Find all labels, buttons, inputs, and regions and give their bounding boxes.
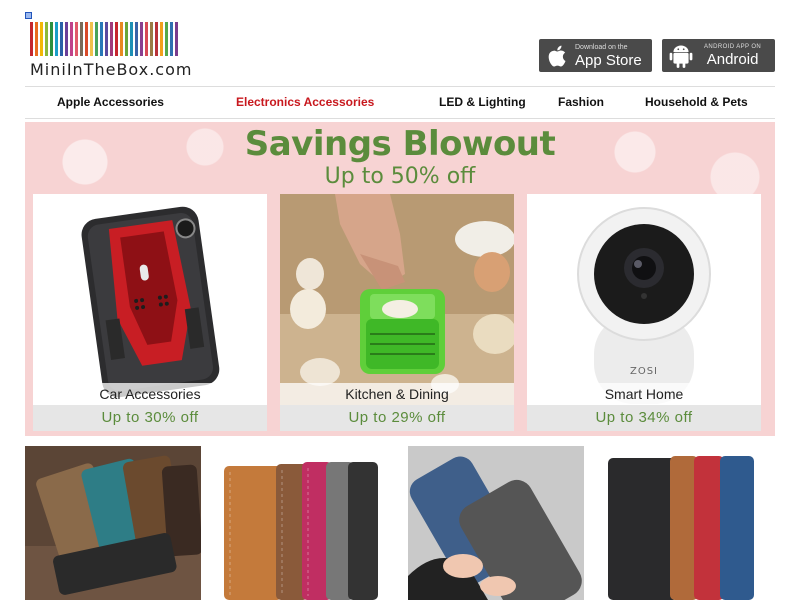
- promo-card-smart-home[interactable]: ZOSI Smart Home: [527, 194, 761, 405]
- logo-stripe: [140, 22, 143, 56]
- app-store-badge[interactable]: Download on the App Store: [539, 39, 652, 72]
- logo-stripe: [150, 22, 153, 56]
- android-badge[interactable]: ANDROID APP ON Android: [662, 39, 775, 72]
- selection-marker: [25, 12, 32, 19]
- card-label: Car Accessories: [33, 383, 267, 405]
- card-label: Kitchen & Dining: [280, 383, 514, 405]
- logo-stripe: [120, 22, 123, 56]
- logo-stripe: [70, 22, 73, 56]
- logo-stripe: [125, 22, 128, 56]
- site-logo[interactable]: MiniInTheBox.com: [30, 22, 214, 80]
- savings-banner[interactable]: Savings Blowout Up to 50% off Car Access…: [25, 122, 775, 436]
- logo-stripe: [75, 22, 78, 56]
- logo-stripe: [130, 22, 133, 56]
- promo-card-car-accessories[interactable]: Car Accessories: [33, 194, 267, 405]
- apple-icon: [548, 45, 566, 67]
- app-store-big-text: App Store: [575, 51, 642, 69]
- android-icon: [669, 44, 693, 68]
- logo-stripe: [60, 22, 63, 56]
- logo-stripe: [80, 22, 83, 56]
- logo-stripe: [85, 22, 88, 56]
- logo-stripe: [30, 22, 33, 56]
- logo-stripe: [65, 22, 68, 56]
- logo-stripe: [115, 22, 118, 56]
- banner-title: Savings Blowout: [244, 124, 556, 164]
- nav-electronics-accessories[interactable]: Electronics Accessories: [236, 95, 374, 109]
- nav-household-pets[interactable]: Household & Pets: [645, 95, 748, 109]
- logo-stripe: [40, 22, 43, 56]
- product-image-folio-cases[interactable]: [600, 446, 776, 600]
- nav-led-lighting[interactable]: LED & Lighting: [439, 95, 526, 109]
- category-nav: Apple Accessories Electronics Accessorie…: [25, 86, 775, 119]
- garlic-chopper-image: [280, 194, 514, 405]
- security-camera-image: ZOSI: [527, 194, 761, 405]
- product-image-flip-cases-colors[interactable]: [216, 446, 392, 600]
- card-label: Smart Home: [527, 383, 761, 405]
- camera-brand-text: ZOSI: [630, 366, 658, 377]
- product-image-fabric-phone-case[interactable]: [408, 446, 584, 600]
- logo-stripe: [145, 22, 148, 56]
- logo-stripe: [155, 22, 158, 56]
- logo-stripe: [175, 22, 178, 56]
- card-discount: Up to 34% off: [527, 405, 761, 431]
- logo-text: MiniInTheBox.com: [30, 60, 193, 79]
- logo-stripe: [90, 22, 93, 56]
- product-image-leather-wallet-cases[interactable]: [25, 446, 201, 600]
- logo-stripe: [45, 22, 48, 56]
- card-discount: Up to 30% off: [33, 405, 267, 431]
- logo-stripe: [135, 22, 138, 56]
- logo-stripe: [170, 22, 173, 56]
- logo-stripe: [110, 22, 113, 56]
- nav-fashion[interactable]: Fashion: [558, 95, 604, 109]
- logo-stripe: [35, 22, 38, 56]
- android-small-text: ANDROID APP ON: [704, 44, 762, 50]
- logo-stripe: [95, 22, 98, 56]
- logo-stripes: [30, 22, 214, 56]
- banner-subtitle: Up to 50% off: [324, 164, 476, 189]
- logo-stripe: [160, 22, 163, 56]
- logo-stripe: [105, 22, 108, 56]
- promo-card-kitchen-dining[interactable]: Kitchen & Dining: [280, 194, 514, 405]
- logo-stripe: [100, 22, 103, 56]
- logo-stripe: [165, 22, 168, 56]
- logo-stripe: [55, 22, 58, 56]
- card-discount: Up to 29% off: [280, 405, 514, 431]
- radar-detector-image: [33, 194, 267, 405]
- android-big-text: Android: [706, 51, 759, 68]
- logo-stripe: [50, 22, 53, 56]
- app-store-small-text: Download on the: [575, 43, 628, 51]
- nav-apple-accessories[interactable]: Apple Accessories: [57, 95, 164, 109]
